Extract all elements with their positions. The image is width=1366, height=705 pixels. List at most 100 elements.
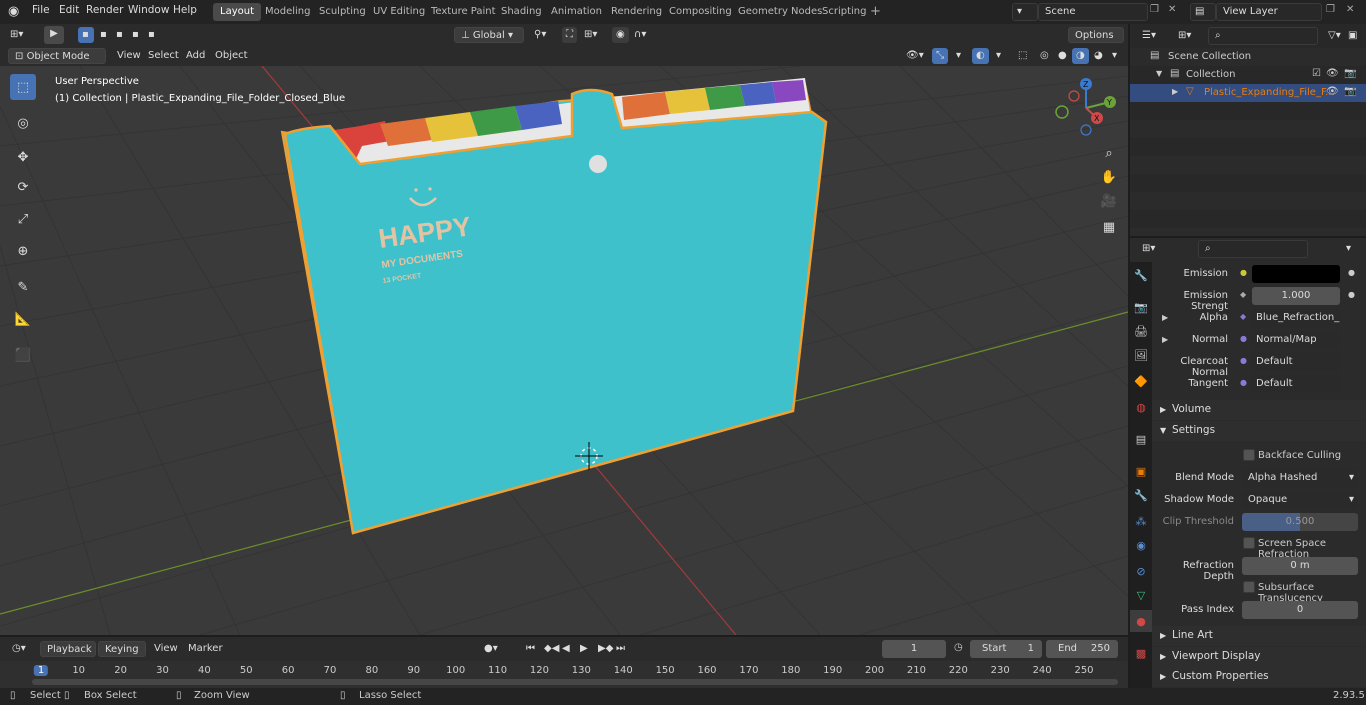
shading-material-icon[interactable]: ◑ — [1072, 48, 1089, 64]
custom-properties-panel-header[interactable]: ▶ Custom Properties — [1152, 667, 1366, 687]
workspace-tab-layout[interactable]: Layout — [213, 3, 261, 21]
shadow-mode-dropdown[interactable]: Opaque ▾ — [1242, 491, 1358, 509]
workspace-tab-texture-paint[interactable]: Texture Paint — [424, 3, 503, 21]
emission-strength-field[interactable]: 1.000 — [1252, 287, 1340, 305]
snap-icon[interactable]: ⛶ — [562, 27, 577, 43]
navigation-gizmo[interactable]: Z Y X — [1052, 74, 1122, 144]
texture-tab-icon[interactable]: ▩ — [1130, 642, 1152, 664]
world-tab-icon[interactable]: ◍ — [1130, 396, 1152, 418]
emission-keyframe-icon[interactable]: ● — [1348, 268, 1355, 277]
data-tab-icon[interactable]: ▽ — [1130, 584, 1152, 606]
view-layer-icon[interactable]: ▤ — [1190, 3, 1216, 21]
collection-camera-icon[interactable]: 📷 — [1344, 68, 1356, 79]
snap-target-icon[interactable]: ⊞▾ — [580, 27, 601, 43]
editor-type-icon[interactable]: ⊞▾ — [6, 27, 27, 43]
scene-field[interactable]: Scene — [1038, 3, 1148, 21]
workspace-tab-shading[interactable]: Shading — [494, 3, 549, 21]
select-mode-intersect-icon[interactable]: ▪ — [144, 27, 159, 43]
emission-color-swatch[interactable] — [1252, 265, 1340, 283]
move-tool-icon[interactable]: ✥ — [10, 144, 36, 170]
menu-render[interactable]: Render — [86, 4, 123, 16]
add-cube-tool-icon[interactable]: ⬛ — [10, 342, 36, 368]
cursor-tool-icon[interactable]: ◎ — [10, 110, 36, 136]
line-art-panel-header[interactable]: ▶ Line Art — [1152, 626, 1366, 646]
timeline-view-menu[interactable]: View — [150, 641, 182, 657]
mode-dropdown[interactable]: ⊡ Object Mode — [8, 48, 106, 64]
volume-panel-header[interactable]: ▶ Volume — [1152, 400, 1366, 420]
proportional-edit-icon[interactable]: ◉ — [612, 27, 629, 43]
output-tab-icon[interactable]: 🖨 — [1130, 320, 1152, 342]
tangent-field[interactable]: Default — [1252, 375, 1340, 393]
3d-viewport[interactable]: HAPPY MY DOCUMENTS 13 POCKET User Perspe… — [0, 66, 1128, 635]
outliner-display-mode-icon[interactable]: ⊞▾ — [1174, 28, 1195, 44]
scale-tool-icon[interactable]: ⤢ — [10, 206, 36, 232]
shading-dropdown-icon[interactable]: ▾ — [1108, 48, 1121, 64]
workspace-tab-sculpting[interactable]: Sculpting — [312, 3, 373, 21]
add-workspace-icon[interactable]: + — [870, 4, 881, 19]
object-visibility-icon[interactable]: 👁 — [1326, 86, 1339, 97]
shading-solid-icon[interactable]: ● — [1054, 48, 1071, 64]
backface-culling-checkbox[interactable] — [1243, 449, 1255, 461]
viewport-menu-select[interactable]: Select — [144, 48, 183, 64]
timeline-marker-menu[interactable]: Marker — [184, 641, 227, 657]
view-layer-remove-icon[interactable]: ✕ — [1346, 4, 1354, 15]
viewport-menu-object[interactable]: Object — [211, 48, 252, 64]
gizmo-toggle-icon[interactable]: ⤡ — [932, 48, 948, 64]
xray-icon[interactable]: ⬚ — [1014, 48, 1031, 64]
options-dropdown[interactable]: Options ▾ — [1068, 27, 1124, 56]
workspace-tab-compositing[interactable]: Compositing — [662, 3, 739, 21]
outliner-row-scene-collection[interactable]: ▤ Scene Collection — [1130, 48, 1366, 66]
properties-editor-type-icon[interactable]: ⊞▾ — [1138, 241, 1159, 257]
menu-file[interactable]: File — [32, 4, 50, 16]
select-mode-extend-icon[interactable]: ▪ — [96, 27, 111, 43]
workspace-tab-modeling[interactable]: Modeling — [258, 3, 318, 21]
select-mode-subtract-icon[interactable]: ▪ — [112, 27, 127, 43]
falloff-icon[interactable]: ∩▾ — [630, 27, 650, 43]
particles-tab-icon[interactable]: ⁂ — [1130, 510, 1152, 532]
keying-dropdown[interactable]: Keying ▾ — [98, 641, 146, 670]
normal-input-field[interactable]: Normal/Map — [1252, 331, 1340, 349]
shading-rendered-icon[interactable]: ◕ — [1090, 48, 1107, 64]
overlay-toggle-icon[interactable]: ◐ — [972, 48, 989, 64]
timer-icon[interactable]: ◷ — [954, 642, 963, 653]
play-reverse-icon[interactable]: ◀ — [558, 641, 574, 657]
material-tab-icon[interactable]: ● — [1130, 610, 1152, 632]
scene-copy-icon[interactable]: ❐ — [1150, 4, 1159, 15]
constraints-tab-icon[interactable]: ⊘ — [1130, 560, 1152, 582]
workspace-tab-animation[interactable]: Animation — [544, 3, 609, 21]
gizmo-neg-y-icon[interactable] — [1055, 105, 1069, 119]
filter-icon[interactable]: ▽▾ — [1324, 28, 1345, 44]
timeline-editor-type-icon[interactable]: ◷▾ — [8, 641, 30, 657]
emission-strength-keyframe-icon[interactable]: ● — [1348, 290, 1355, 299]
rotate-tool-icon[interactable]: ⟳ — [10, 174, 36, 200]
properties-options-icon[interactable]: ▾ — [1342, 241, 1355, 257]
view-layer-field[interactable]: View Layer — [1216, 3, 1322, 21]
scene-remove-icon[interactable]: ✕ — [1168, 4, 1176, 15]
view-layer-copy-icon[interactable]: ❐ — [1326, 4, 1335, 15]
refraction-depth-field[interactable]: 0 m — [1242, 557, 1358, 575]
scene-tab-icon[interactable]: 🔶 — [1130, 370, 1152, 392]
measure-tool-icon[interactable]: 📐 — [10, 306, 36, 332]
render-tab-icon[interactable]: 📷 — [1130, 296, 1152, 318]
blender-logo-icon[interactable]: ◉ — [8, 4, 19, 19]
physics-tab-icon[interactable]: ◉ — [1130, 534, 1152, 556]
workspace-tab-scripting[interactable]: Scripting — [815, 3, 873, 21]
auto-keying-icon[interactable]: ●▾ — [480, 641, 502, 657]
menu-window[interactable]: Window — [128, 4, 169, 16]
gizmo-neg-z-icon[interactable] — [1080, 124, 1092, 136]
select-tool-icon[interactable]: ▶ — [44, 26, 64, 44]
outliner-row-collection[interactable]: ▼ ▤ Collection ☑ 👁 📷 — [1130, 66, 1366, 84]
outliner-search-field[interactable]: ⌕ — [1208, 27, 1318, 45]
viewport-menu-view[interactable]: View — [113, 48, 145, 64]
subsurface-translucency-checkbox[interactable] — [1243, 581, 1255, 593]
jump-end-icon[interactable]: ⏭ — [612, 641, 629, 657]
view-layer-tab-icon[interactable]: 🖼 — [1130, 344, 1152, 366]
clip-threshold-slider[interactable]: 0.500 — [1242, 513, 1358, 531]
annotate-tool-icon[interactable]: ✎ — [10, 274, 36, 300]
pass-index-field[interactable]: 0 — [1242, 601, 1358, 619]
transform-orientation-dropdown[interactable]: ⊥ Global ▾ — [454, 27, 524, 43]
play-icon[interactable]: ▶ — [576, 641, 592, 657]
select-box-tool-icon[interactable]: ⬚ — [10, 74, 36, 100]
pan-hand-icon[interactable]: ✋ — [1098, 166, 1120, 188]
zoom-icon[interactable]: ⌕ — [1098, 142, 1120, 164]
